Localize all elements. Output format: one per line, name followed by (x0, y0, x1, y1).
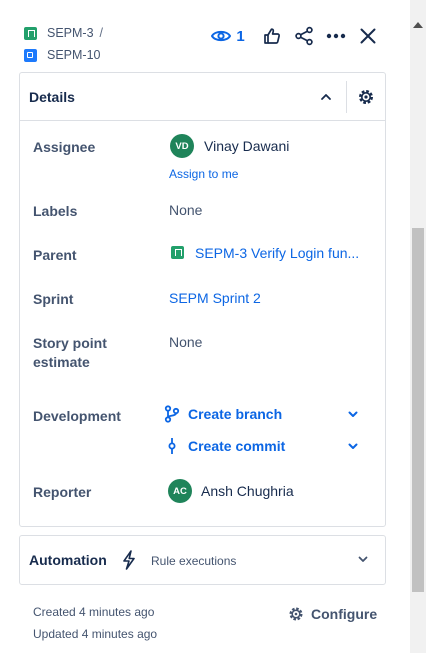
breadcrumb-parent[interactable]: SEPM-3 / (24, 22, 103, 44)
configure-button[interactable]: Configure (288, 604, 377, 624)
story-icon (24, 26, 37, 40)
breadcrumb-current[interactable]: SEPM-10 (24, 44, 103, 66)
lightning-bolt-icon (123, 550, 135, 570)
vertical-scrollbar[interactable] (410, 0, 426, 653)
commit-icon (168, 438, 176, 454)
sprint-link[interactable]: SEPM Sprint 2 (169, 288, 261, 308)
watch-button[interactable]: 1 (208, 22, 248, 50)
issue-actions: 1 (208, 22, 384, 50)
chevron-up-icon[interactable] (316, 87, 336, 107)
gear-icon (289, 607, 303, 621)
close-icon (360, 28, 376, 44)
thumbs-up-icon (264, 28, 281, 44)
breadcrumb: SEPM-3 / SEPM-10 (24, 22, 103, 66)
assignee-label: Assignee (33, 139, 96, 155)
parent-link[interactable]: SEPM-3 Verify Login fun... (195, 243, 359, 263)
story-points-label-line2: estimate (33, 354, 90, 370)
details-panel: Details Assignee VD Vinay Dawani Assign … (19, 72, 386, 527)
eye-icon (211, 30, 232, 42)
story-points-value[interactable]: None (169, 332, 202, 352)
development-label: Development (33, 408, 121, 424)
automation-title: Automation (29, 552, 107, 568)
share-button[interactable] (288, 22, 320, 50)
assign-to-me-link[interactable]: Assign to me (169, 167, 238, 181)
updated-timestamp: Updated 4 minutes ago (33, 627, 158, 641)
watch-count: 1 (236, 27, 245, 45)
breadcrumb-parent-key[interactable]: SEPM-3 (47, 26, 94, 40)
assignee-avatar: VD (170, 134, 194, 158)
gear-icon[interactable] (354, 85, 378, 109)
story-points-label-line1: Story point (33, 335, 107, 351)
create-branch-button[interactable]: Create branch (164, 403, 364, 425)
labels-value[interactable]: None (169, 200, 202, 220)
create-branch-label: Create branch (188, 406, 283, 422)
reporter-label: Reporter (33, 484, 92, 500)
branch-icon (164, 405, 180, 423)
breadcrumb-separator: / (99, 26, 104, 40)
automation-subtitle: Rule executions (151, 554, 237, 568)
reporter-name[interactable]: Ansh Chughria (201, 481, 294, 501)
reporter-avatar: AC (168, 479, 192, 503)
sprint-label: Sprint (33, 291, 74, 307)
automation-panel[interactable]: Automation Rule executions (19, 535, 386, 585)
labels-label: Labels (33, 203, 78, 219)
scroll-up-arrow-icon[interactable] (413, 22, 423, 28)
breadcrumb-current-key[interactable]: SEPM-10 (47, 48, 101, 62)
subtask-icon (24, 48, 37, 62)
chevron-down-icon[interactable] (347, 440, 359, 452)
header-divider (346, 81, 347, 113)
chevron-down-icon[interactable] (356, 552, 370, 566)
details-title: Details (29, 89, 75, 105)
close-button[interactable] (352, 22, 384, 50)
configure-label: Configure (311, 606, 378, 622)
created-timestamp: Created 4 minutes ago (33, 605, 155, 619)
scrollbar-thumb[interactable] (412, 228, 424, 592)
chevron-down-icon[interactable] (347, 408, 359, 420)
story-icon (171, 246, 184, 259)
create-commit-button[interactable]: Create commit (164, 435, 364, 457)
assignee-name[interactable]: Vinay Dawani (204, 136, 289, 156)
more-actions-button[interactable] (320, 22, 352, 50)
more-icon (326, 33, 346, 39)
share-icon (295, 26, 313, 46)
details-header[interactable]: Details (20, 73, 385, 121)
vote-button[interactable] (256, 22, 288, 50)
parent-label: Parent (33, 247, 77, 263)
create-commit-label: Create commit (188, 438, 286, 454)
